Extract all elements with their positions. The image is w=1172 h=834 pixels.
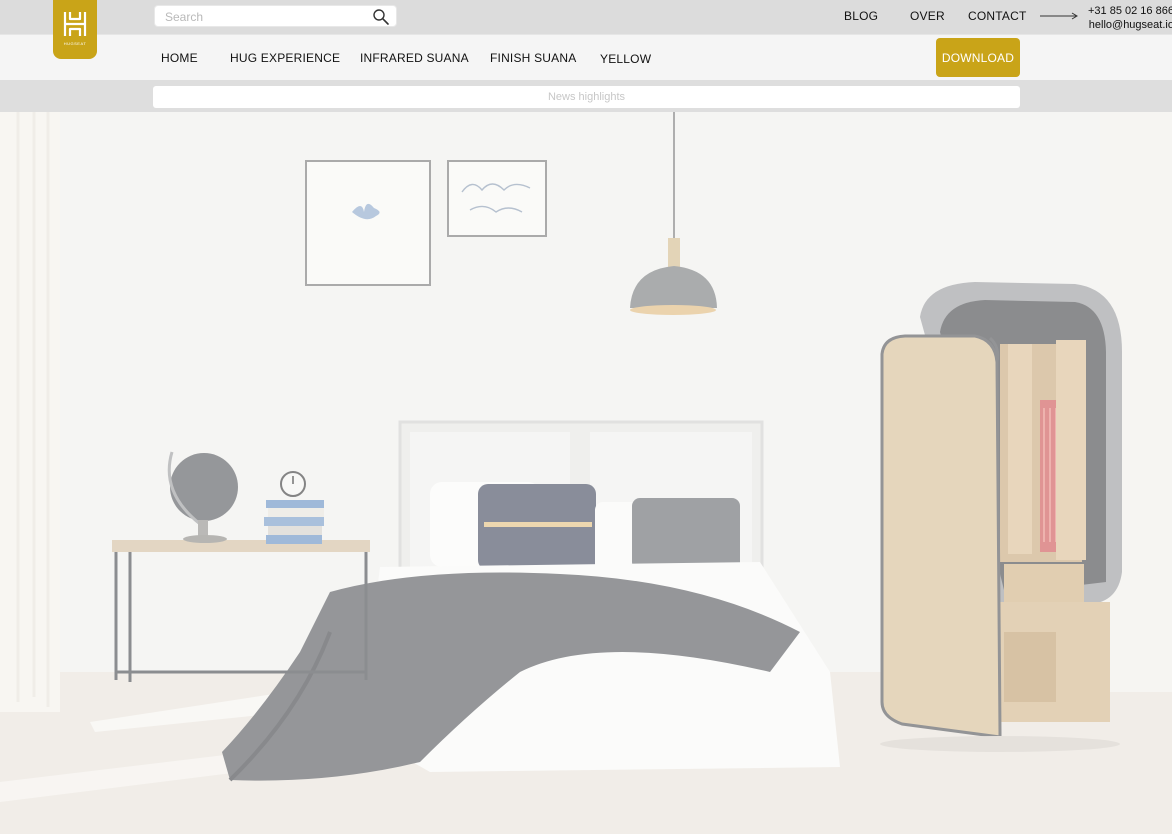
logo-mark-icon — [63, 12, 87, 36]
contact-phone[interactable]: +31 85 02 16 866 — [1088, 4, 1172, 18]
nav-item-yellow[interactable]: YELLOW — [600, 52, 651, 66]
nav-item-infrared-suana[interactable]: INFRARED SUANA — [360, 51, 469, 65]
contact-info: +31 85 02 16 866 hello@hugseat.io — [1088, 4, 1172, 32]
search-icon[interactable] — [372, 8, 390, 26]
arrow-right-icon — [1040, 12, 1078, 20]
nav-item-home[interactable]: HOME — [161, 51, 198, 65]
download-button[interactable]: DOWNLOAD — [936, 38, 1020, 77]
contact-email[interactable]: hello@hugseat.io — [1088, 18, 1172, 32]
news-highlights-bar[interactable]: News highlights — [153, 86, 1020, 108]
hero-image — [0, 112, 1172, 834]
logo-text: HUGSEAT — [63, 41, 87, 46]
nav-item-hug-experience[interactable]: HUG EXPERIENCE — [230, 51, 340, 65]
main-nav: HOME HUG EXPERIENCE INFRARED SUANA FINIS… — [0, 34, 1172, 80]
top-utility-bar: BLOG OVER CONTACT +31 85 02 16 866 hello… — [0, 0, 1172, 34]
contact-link[interactable]: CONTACT — [968, 9, 1027, 23]
search-input[interactable] — [165, 9, 365, 25]
blog-link[interactable]: BLOG — [844, 9, 878, 23]
nav-item-finish-suana[interactable]: FINISH SUANA — [490, 51, 576, 65]
news-band: News highlights — [0, 80, 1172, 112]
hugseat-logo[interactable]: HUGSEAT — [53, 0, 97, 59]
over-link[interactable]: OVER — [910, 9, 945, 23]
search-box[interactable] — [154, 5, 397, 27]
bedroom-scene-illustration — [0, 112, 1172, 834]
